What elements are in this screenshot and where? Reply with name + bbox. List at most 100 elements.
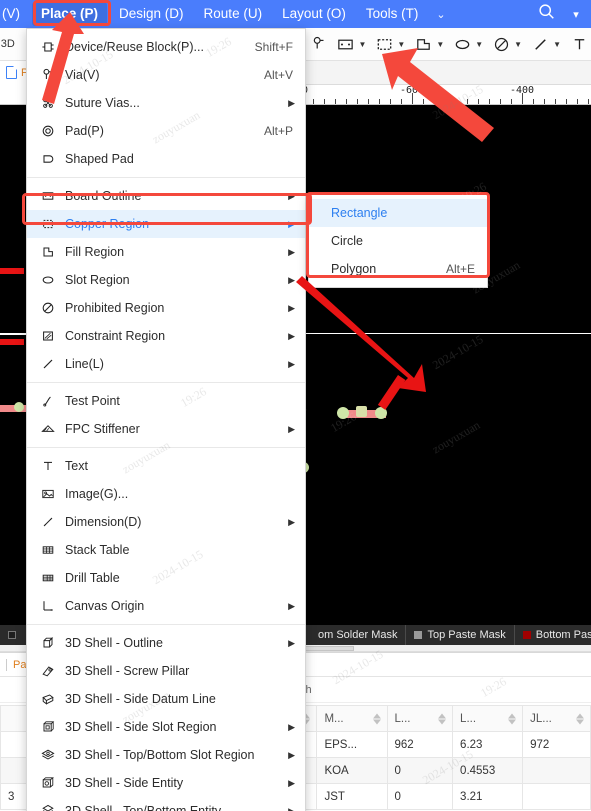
more-chevron-icon[interactable]: ▾ — [561, 8, 591, 21]
menu-separator — [27, 447, 305, 448]
menu-overflow-chevron-icon[interactable]: ⌄ — [428, 8, 453, 21]
col-header-manufacturer[interactable]: M... — [316, 705, 388, 732]
copper-region-tool-icon[interactable] — [372, 31, 396, 57]
copper-region-caret-icon[interactable]: ▼ — [397, 40, 405, 49]
menu-layout[interactable]: Layout (O) — [272, 0, 356, 28]
place-dropdown-menu[interactable]: Device/Reuse Block(P)... Shift+F Via(V) … — [26, 28, 306, 811]
fill-region-tool-icon[interactable] — [411, 31, 435, 57]
ruler-tick — [467, 99, 468, 104]
layer-swatch-4 — [522, 631, 531, 639]
via-tool-icon[interactable] — [307, 31, 331, 57]
cell: KOA — [316, 757, 388, 784]
via-icon — [35, 67, 61, 83]
menu-item-label: Line(L) — [65, 357, 104, 371]
menu-tools[interactable]: Tools (T) — [356, 0, 429, 28]
slot-region-tool-icon[interactable] — [450, 31, 474, 57]
submenu-item-circle[interactable]: Circle — [309, 227, 487, 255]
menu-item-device-reuse-block[interactable]: Device/Reuse Block(P)... Shift+F — [27, 33, 305, 61]
menu-item-image[interactable]: Image(G)... — [27, 480, 305, 508]
col-header-l1[interactable]: L... — [386, 705, 454, 732]
tab-divider — [6, 658, 7, 671]
menu-item-3d-shell-top-bottom-slot-region[interactable]: 3D Shell - Top/Bottom Slot Region ▶ — [27, 741, 305, 769]
suture-vias-icon — [35, 95, 61, 111]
submenu-item-label: Polygon — [331, 262, 377, 276]
board-outline-caret-icon[interactable]: ▼ — [358, 40, 366, 49]
sort-icon-jl[interactable] — [576, 713, 584, 724]
sort-icon-manufacturer[interactable] — [372, 713, 381, 724]
menu-item-slot-region[interactable]: Slot Region ▶ — [27, 266, 305, 294]
board-outline-tool-icon[interactable] — [333, 31, 357, 57]
ruler-tick — [379, 99, 380, 104]
menu-place[interactable]: Place (P) — [32, 2, 108, 26]
menu-item-label: Shaped Pad — [65, 152, 134, 166]
menu-item-copper-region[interactable]: Copper Region ▶ — [27, 210, 305, 238]
menu-item-stack-table[interactable]: Stack Table — [27, 536, 305, 564]
ruler-tick — [566, 99, 567, 104]
submenu-arrow-icon: ▶ — [288, 246, 295, 257]
menu-item-fill-region[interactable]: Fill Region ▶ — [27, 238, 305, 266]
submenu-arrow-icon: ▶ — [288, 190, 295, 201]
bottom-panel-tab-parts[interactable]: Pa — [13, 659, 26, 671]
menu-item-shaped-pad[interactable]: Shaped Pad — [27, 145, 305, 173]
sort-icon-l1[interactable] — [438, 713, 447, 724]
search-icon[interactable] — [531, 3, 561, 25]
text-tool-icon[interactable] — [567, 31, 591, 57]
shell-side-datum-icon — [35, 691, 61, 707]
menu-item-drill-table[interactable]: Drill Table — [27, 564, 305, 592]
sort-icon-l2[interactable] — [508, 713, 517, 724]
menu-item-3d-shell-side-slot-region[interactable]: 3D Shell - Side Slot Region ▶ — [27, 713, 305, 741]
submenu-item-rectangle[interactable]: Rectangle — [309, 199, 487, 227]
menu-view[interactable]: (V) — [0, 0, 30, 28]
menu-route[interactable]: Route (U) — [194, 0, 273, 28]
layer-item-top-paste-mask[interactable]: Top Paste Mask — [406, 625, 515, 645]
menu-item-line[interactable]: Line(L) ▶ — [27, 350, 305, 378]
ruler-tick — [401, 99, 402, 104]
drill-table-icon — [35, 570, 61, 586]
line-caret-icon[interactable]: ▼ — [553, 40, 561, 49]
menu-item-text[interactable]: Text — [27, 452, 305, 480]
submenu-arrow-icon: ▶ — [288, 330, 295, 341]
menu-item-label: Slot Region — [65, 273, 130, 287]
menu-item-constraint-region[interactable]: Constraint Region ▶ — [27, 322, 305, 350]
col-header-jl[interactable]: JL... — [522, 705, 591, 732]
menu-item-suture-vias[interactable]: Suture Vias... ▶ — [27, 89, 305, 117]
ruler-tick — [357, 99, 358, 104]
menu-item-pad[interactable]: Pad(P) Alt+P — [27, 117, 305, 145]
menu-item-3d-shell-side-entity[interactable]: 3D Shell - Side Entity ▶ — [27, 769, 305, 797]
page-icon — [6, 66, 17, 79]
prohibited-region-tool-icon[interactable] — [489, 31, 513, 57]
menu-item-3d-shell-top-bottom-entity[interactable]: 3D Shell - Top/Bottom Entity ▶ — [27, 797, 305, 811]
menu-item-via[interactable]: Via(V) Alt+V — [27, 61, 305, 89]
menu-design[interactable]: Design (D) — [109, 0, 194, 28]
menu-item-label: 3D Shell - Top/Bottom Slot Region — [65, 748, 255, 762]
menu-item-label: Constraint Region — [65, 329, 166, 343]
submenu-item-label: Circle — [331, 234, 363, 248]
menu-item-test-point[interactable]: Test Point — [27, 387, 305, 415]
menu-item-fpc-stiffener[interactable]: FPC Stiffener ▶ — [27, 415, 305, 443]
ruler-tick — [423, 99, 424, 104]
menu-item-canvas-origin[interactable]: Canvas Origin ▶ — [27, 592, 305, 620]
menu-item-dimension[interactable]: Dimension(D) ▶ — [27, 508, 305, 536]
line-tool-icon[interactable] — [528, 31, 552, 57]
view-3d-label[interactable]: 3D — [0, 38, 15, 50]
canvas-trace-red-2 — [0, 339, 24, 345]
menu-item-3d-shell-side-datum-line[interactable]: 3D Shell - Side Datum Line — [27, 685, 305, 713]
slot-region-caret-icon[interactable]: ▼ — [475, 40, 483, 49]
fill-region-caret-icon[interactable]: ▼ — [436, 40, 444, 49]
menu-item-3d-shell-screw-pillar[interactable]: 3D Shell - Screw Pillar — [27, 657, 305, 685]
submenu-arrow-icon: ▶ — [288, 805, 295, 811]
menu-item-board-outline[interactable]: Board Outline ▶ — [27, 182, 305, 210]
layer-item-bottom-paste-mask[interactable]: Bottom Pas — [515, 625, 591, 645]
cell: JST — [316, 783, 388, 810]
cell: 0 — [386, 757, 454, 784]
menu-item-label: Image(G)... — [65, 487, 129, 501]
menu-item-3d-shell-outline[interactable]: 3D Shell - Outline ▶ — [27, 629, 305, 657]
submenu-arrow-icon: ▶ — [288, 302, 295, 313]
col-header-l2[interactable]: L... — [452, 705, 524, 732]
prohibited-region-caret-icon[interactable]: ▼ — [514, 40, 522, 49]
layer-item-bottom-solder-mask[interactable]: om Solder Mask — [310, 625, 407, 645]
menu-item-prohibited-region[interactable]: Prohibited Region ▶ — [27, 294, 305, 322]
ruler-tick — [478, 99, 479, 104]
copper-region-submenu[interactable]: Rectangle Circle Polygon Alt+E — [308, 194, 488, 288]
submenu-item-polygon[interactable]: Polygon Alt+E — [309, 255, 487, 283]
